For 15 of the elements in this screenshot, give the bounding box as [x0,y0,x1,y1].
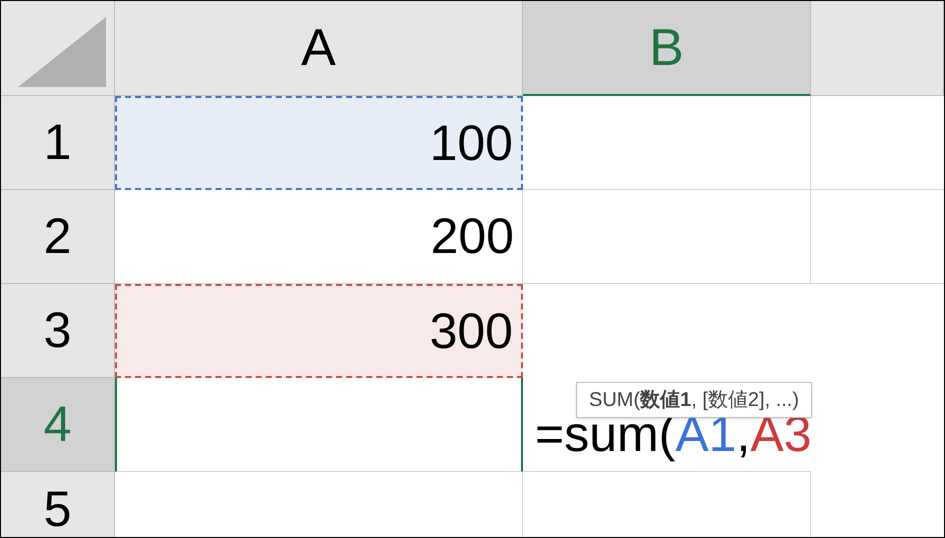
table-cell[interactable]: 300 [115,284,523,378]
select-all-corner[interactable] [1,1,115,96]
row-header[interactable]: 5 [1,472,115,537]
table-cell[interactable]: 100 [115,96,523,190]
row-header[interactable]: 3 [1,284,115,378]
row-header[interactable]: 4 [1,378,115,472]
function-tooltip: SUM(数値1, [数値2], ...) [576,382,812,418]
column-header[interactable]: A [115,1,523,96]
table-cell[interactable]: 200 [115,190,523,284]
column-header[interactable] [811,1,944,96]
row-header[interactable]: 1 [1,96,115,190]
triangle-icon [18,17,106,87]
column-header[interactable]: B [523,1,811,96]
table-cell[interactable] [115,378,523,472]
row-header[interactable]: 2 [1,190,115,284]
